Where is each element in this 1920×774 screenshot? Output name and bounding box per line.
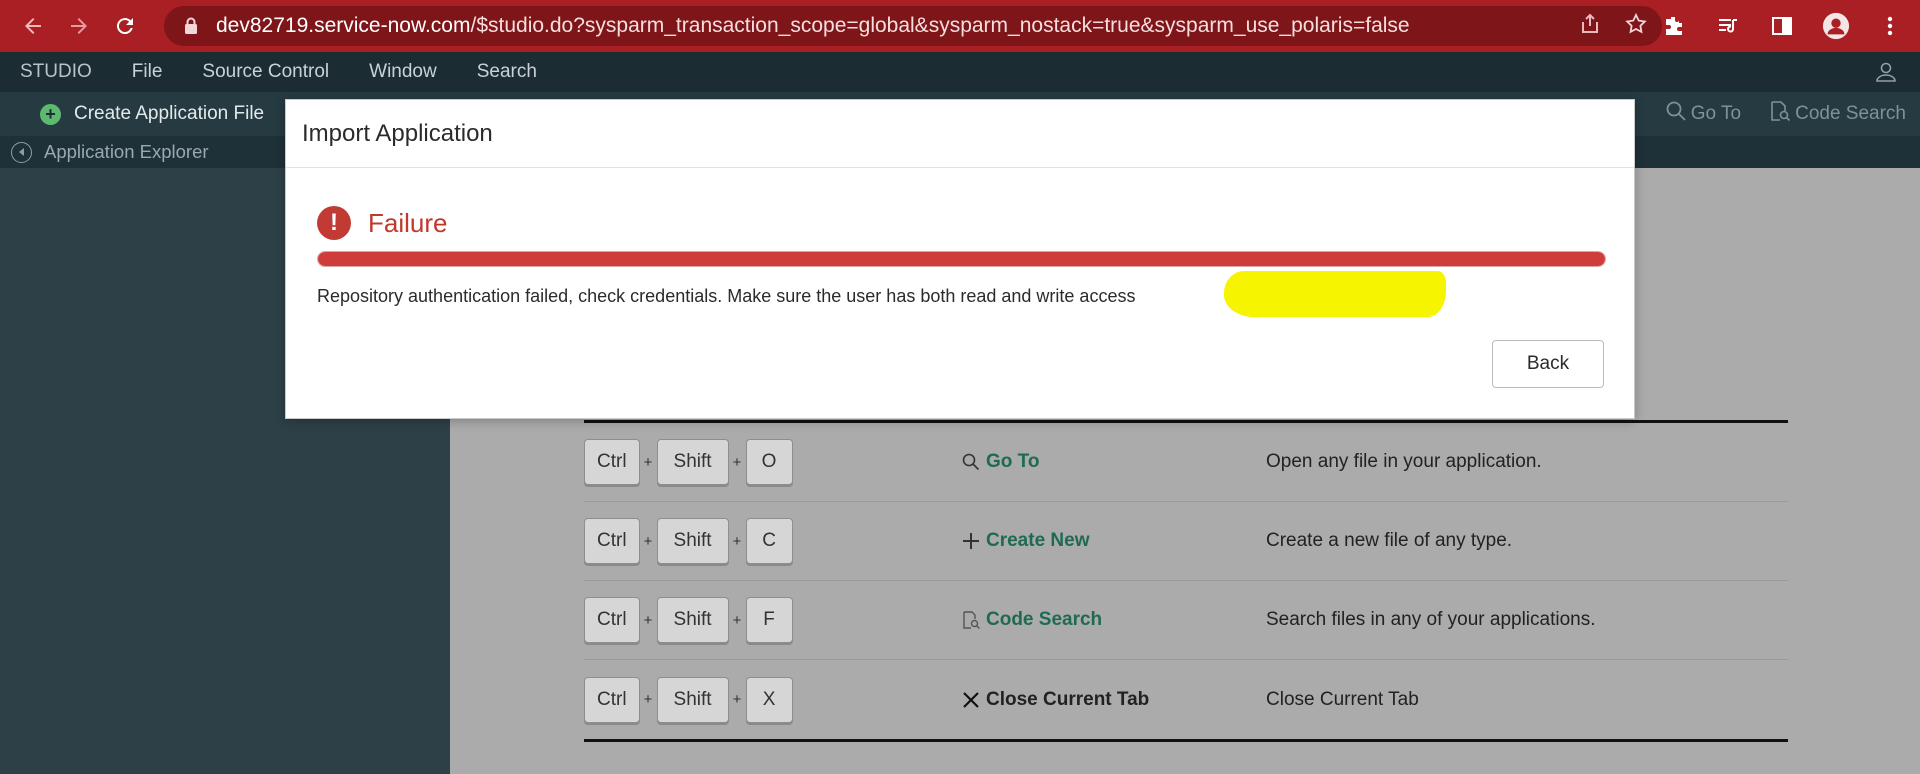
menu-source-control[interactable]: Source Control — [182, 52, 349, 92]
application-explorer-label[interactable]: Application Explorer — [44, 141, 209, 163]
key-plus: + — [732, 453, 742, 471]
url-path: /$studio.do?sysparm_transaction_scope=gl… — [470, 14, 1410, 37]
studio-menubar: STUDIO File Source Control Window Search — [0, 52, 1920, 92]
file-search-icon — [1769, 100, 1791, 128]
code-search-label: Code Search — [1795, 103, 1906, 124]
shortcut-description: Search files in any of your applications… — [1266, 609, 1596, 630]
key-ctrl: Ctrl — [584, 518, 640, 564]
key-plus: + — [732, 611, 742, 629]
key-plus: + — [643, 532, 653, 550]
shortcut-action-create-new[interactable]: Create New — [960, 530, 1266, 552]
dialog-title: Import Application — [302, 119, 493, 147]
collapse-left-icon[interactable] — [11, 141, 32, 163]
media-icon[interactable] — [1714, 12, 1742, 40]
url-host: dev82719.service-now.com — [216, 14, 471, 37]
menu-file[interactable]: File — [112, 52, 183, 92]
more-vert-icon[interactable] — [1876, 12, 1904, 40]
failure-status: ! Failure — [317, 206, 447, 240]
error-message: Repository authentication failed, check … — [317, 286, 1135, 307]
progress-bar — [317, 251, 1606, 267]
star-icon[interactable] — [1624, 12, 1648, 41]
shortcut-action-label: Close Current Tab — [986, 688, 1150, 710]
shortcut-row: Ctrl + Shift + F Code Search Search file… — [584, 581, 1788, 660]
key-plus: + — [732, 532, 742, 550]
key-shift: Shift — [656, 439, 729, 485]
key-shift: Shift — [656, 518, 729, 564]
dialog-header: Import Application — [286, 100, 1634, 168]
key-ctrl: Ctrl — [584, 439, 640, 485]
goto-label: Go To — [1690, 103, 1742, 124]
share-icon[interactable] — [1578, 12, 1602, 41]
profile-icon[interactable] — [1822, 12, 1850, 40]
shortcut-action-label: Create New — [986, 530, 1090, 551]
key-shift: Shift — [656, 676, 729, 723]
key-letter: X — [745, 676, 793, 723]
create-application-file-label: Create Application File — [74, 103, 265, 124]
progress-fill — [318, 252, 1605, 266]
plus-icon — [960, 530, 982, 552]
reload-icon[interactable] — [102, 3, 148, 49]
side-panel-icon[interactable] — [1768, 12, 1796, 40]
key-plus: + — [643, 611, 653, 629]
goto-button[interactable]: Go To — [1665, 100, 1741, 128]
back-button[interactable]: Back — [1492, 340, 1604, 388]
shortcut-row: Ctrl + Shift + O Go To Open any file in … — [584, 423, 1788, 502]
error-message-text: Repository authentication failed, check … — [317, 286, 931, 306]
file-search-icon — [960, 609, 982, 631]
shortcut-action-label: Go To — [986, 451, 1040, 472]
highlight-annotation — [1224, 271, 1446, 317]
import-application-dialog: Import Application ! Failure Repository … — [285, 99, 1635, 419]
key-letter: C — [745, 518, 793, 564]
search-icon — [960, 451, 982, 473]
shortcut-row: Ctrl + Shift + X Close Current Tab Close… — [584, 660, 1788, 739]
key-shift: Shift — [656, 597, 729, 643]
shortcut-row: Ctrl + Shift + C Create New Create a new… — [584, 502, 1788, 581]
studio-brand[interactable]: STUDIO — [0, 52, 112, 92]
error-icon: ! — [317, 206, 351, 240]
url-text: dev82719.service-now.com/$studio.do?sysp… — [216, 14, 1410, 38]
code-search-button[interactable]: Code Search — [1769, 100, 1906, 128]
back-arrow-icon[interactable] — [10, 3, 56, 49]
key-letter: O — [745, 439, 793, 485]
key-letter: F — [745, 597, 793, 643]
close-icon — [960, 689, 982, 711]
shortcut-action-code-search[interactable]: Code Search — [960, 609, 1266, 631]
table-bottom-rule — [584, 739, 1788, 742]
key-plus: + — [643, 453, 653, 471]
key-ctrl: Ctrl — [584, 597, 640, 643]
browser-toolbar: dev82719.service-now.com/$studio.do?sysp… — [0, 0, 1920, 52]
search-icon — [1665, 100, 1687, 128]
forward-arrow-icon[interactable] — [56, 3, 102, 49]
key-ctrl: Ctrl — [584, 676, 640, 723]
shortcut-description: Create a new file of any type. — [1266, 530, 1513, 551]
lock-icon[interactable] — [180, 15, 202, 37]
add-icon: + — [40, 103, 61, 125]
keyboard-shortcuts-table: Ctrl + Shift + O Go To Open any file in … — [584, 420, 1788, 742]
address-bar[interactable]: dev82719.service-now.com/$studio.do?sysp… — [164, 6, 1662, 46]
shortcut-description: Close Current Tab — [1266, 688, 1419, 710]
user-icon[interactable] — [1874, 60, 1898, 84]
shortcut-action-close-tab[interactable]: Close Current Tab — [960, 689, 1266, 711]
key-plus: + — [732, 691, 742, 708]
shortcut-description: Open any file in your application. — [1266, 451, 1542, 472]
create-application-file-button[interactable]: + Create Application File — [40, 103, 264, 125]
menu-window[interactable]: Window — [349, 52, 457, 92]
shortcut-action-goto[interactable]: Go To — [960, 451, 1266, 473]
failure-title: Failure — [368, 207, 448, 238]
error-message-highlighted-text: oth read and write access — [930, 286, 1136, 306]
extensions-icon[interactable] — [1660, 12, 1688, 40]
menu-search[interactable]: Search — [457, 52, 557, 92]
shortcut-action-label: Code Search — [986, 609, 1103, 630]
key-plus: + — [643, 691, 653, 708]
